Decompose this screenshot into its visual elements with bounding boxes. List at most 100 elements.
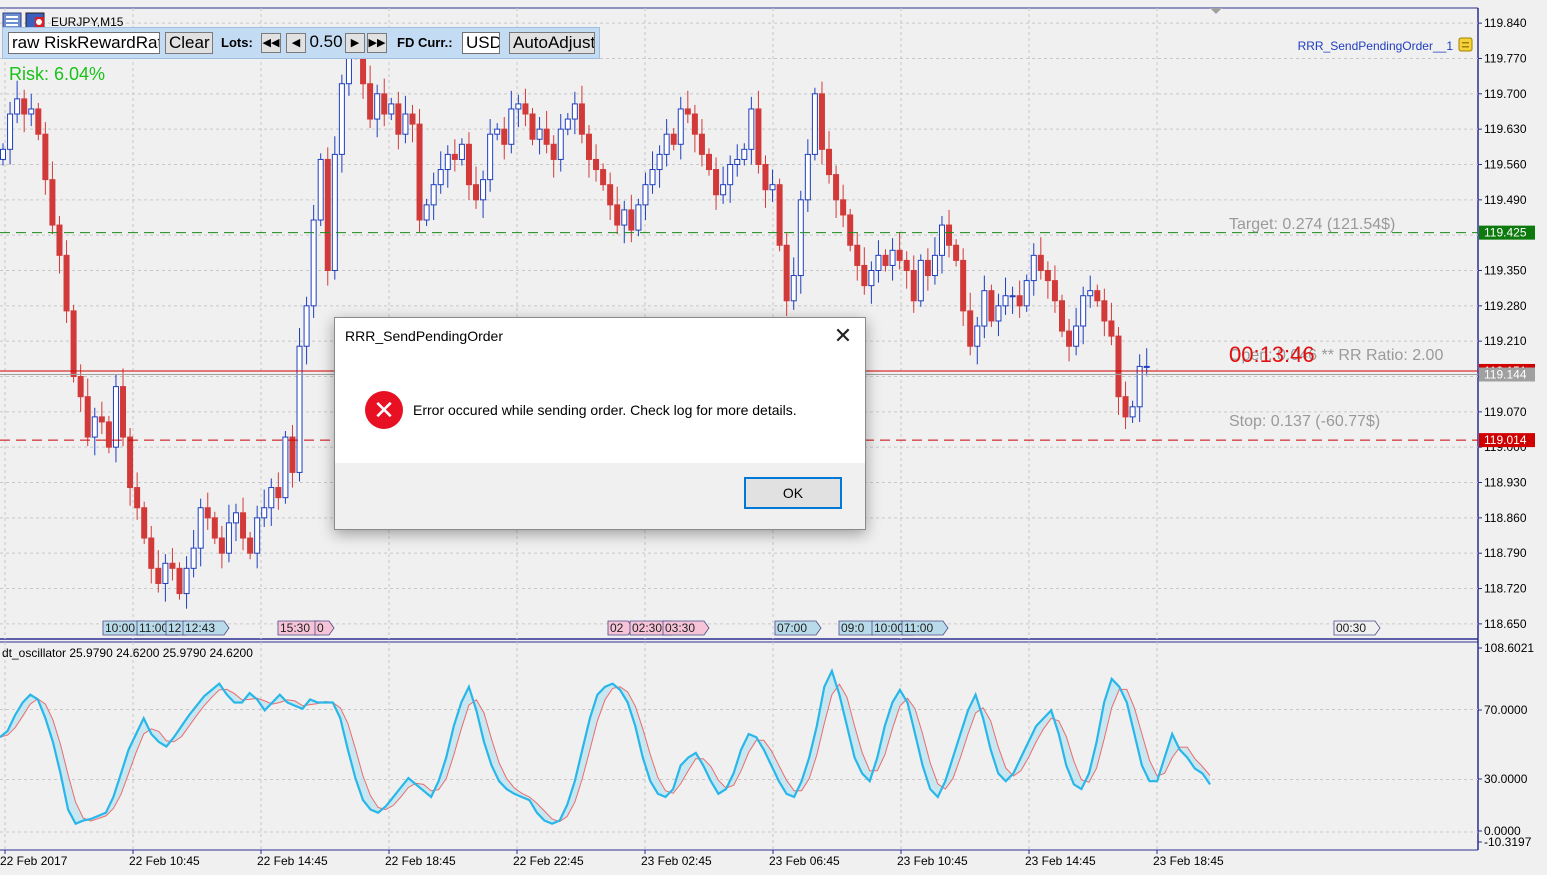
candle-body [882, 254, 889, 266]
session-marker-label: 15:30 [280, 621, 310, 635]
candle-body [451, 153, 458, 160]
candle-body [120, 386, 127, 438]
clear-button[interactable]: Clear [165, 32, 213, 54]
candle-body [409, 113, 416, 125]
price-axis: 119.840 119.770 119.700 119.630 119.560 119.4… [1478, 16, 1535, 631]
candle-body [557, 128, 564, 160]
candle-body [14, 98, 21, 115]
price-tick-label: 119.560 [1484, 157, 1527, 171]
ok-button[interactable]: OK [744, 477, 842, 509]
candle-body [868, 269, 875, 287]
candle-body [367, 83, 374, 120]
candle-body [522, 103, 529, 115]
candle-body [614, 204, 621, 226]
session-marker-label: 02:30 [632, 621, 662, 635]
lots-decrease-button[interactable]: ◀ [286, 33, 306, 53]
stop-price-tag: 119.014 [1484, 433, 1527, 447]
oscillator-axis: 108.602170.000030.00000.0000-10.3197 [1478, 641, 1534, 849]
price-tick-label: 118.790 [1484, 546, 1527, 560]
candle-body [720, 184, 727, 196]
candle-body [28, 108, 35, 115]
candle-body [458, 143, 465, 160]
session-marker-label: 11:00 [904, 621, 933, 635]
price-tick-label: 118.930 [1484, 476, 1527, 490]
candle-body [388, 103, 395, 115]
candle-body [1059, 300, 1065, 332]
price-tick-label: 118.860 [1484, 511, 1527, 525]
candle-body [628, 209, 635, 231]
candle-body [811, 93, 818, 155]
time-tick-label: 22 Feb 10:45 [129, 854, 200, 868]
candle-body [190, 547, 197, 569]
draw-risk-reward-button[interactable]: raw RiskRewardRati [8, 32, 160, 54]
candle-body [56, 224, 63, 256]
candle-body [303, 305, 310, 347]
candle-body [1136, 365, 1143, 408]
candle-body [797, 199, 804, 277]
candle-body [804, 153, 811, 201]
candle-body [988, 290, 995, 322]
candle-body [571, 103, 578, 120]
candle-body [63, 254, 70, 312]
price-tick-label: 119.280 [1484, 299, 1527, 313]
candle-body [938, 224, 945, 256]
session-marker: 03:30 [662, 620, 710, 636]
lots-decrease-fast-button[interactable]: ◀◀ [261, 33, 281, 53]
candle-body [924, 259, 931, 277]
session-marker: 02 [607, 620, 634, 636]
candle-body [1044, 269, 1051, 282]
candle-body [550, 143, 557, 160]
candle-body [254, 517, 261, 554]
candle-body [480, 179, 487, 201]
candle-body [1080, 295, 1087, 327]
session-marker-label: 00:30 [1336, 621, 1366, 635]
candle-body [663, 133, 670, 155]
candle-body [585, 133, 592, 160]
candle-body [607, 184, 614, 206]
time-tick-label: 22 Feb 18:45 [385, 854, 456, 868]
candle-body [324, 158, 331, 271]
candle-body [169, 562, 176, 569]
time-tick-label: 23 Feb 02:45 [641, 854, 712, 868]
candle-body [1030, 254, 1037, 282]
candle-body [847, 214, 854, 246]
lots-increase-button[interactable]: ▶ [345, 33, 365, 53]
candle-body [974, 325, 981, 347]
candle-body [275, 487, 282, 499]
lots-increase-fast-button[interactable]: ▶▶ [367, 33, 387, 53]
candle-body [465, 143, 472, 186]
candle-body [769, 184, 776, 191]
candle-body [981, 290, 988, 327]
price-tick-label: 119.700 [1484, 87, 1527, 101]
time-tick-label: 22 Feb 14:45 [257, 854, 328, 868]
candle-body [1129, 406, 1136, 418]
risk-percent-text: Risk: 6.04% [9, 64, 105, 84]
candle-body [317, 158, 324, 221]
error-icon: ✕ [365, 391, 403, 429]
osc-tick-label: 70.0000 [1484, 703, 1528, 717]
lots-value[interactable]: 0.50 [307, 32, 345, 54]
candle-body [762, 163, 769, 191]
time-tick-label: 23 Feb 10:45 [897, 854, 968, 868]
candle-body [1108, 320, 1115, 337]
session-marker-label: 10:00 [105, 621, 135, 635]
price-tick-label: 118.650 [1484, 617, 1527, 631]
candle-body [42, 133, 49, 181]
auto-adjust-button[interactable]: AutoAdjust [509, 32, 595, 54]
candle-body [833, 174, 840, 201]
candle-body [282, 436, 289, 499]
candle-body [473, 184, 480, 201]
candle-body [706, 153, 712, 171]
candle-body [1073, 325, 1080, 347]
bid-price-tag: 119.144 [1484, 367, 1527, 381]
candle-body [1009, 295, 1016, 298]
close-icon[interactable]: ✕ [831, 324, 855, 348]
currency-input[interactable]: USD [462, 32, 500, 54]
candle-body [684, 108, 691, 115]
candle-body [896, 249, 903, 261]
candle-body [1101, 300, 1108, 322]
expert-advisor-label: RRR_SendPendingOrder__1 [1298, 39, 1454, 53]
session-marker: 07:00 [774, 620, 822, 636]
candle-body [967, 310, 974, 347]
candle-body [621, 209, 628, 226]
